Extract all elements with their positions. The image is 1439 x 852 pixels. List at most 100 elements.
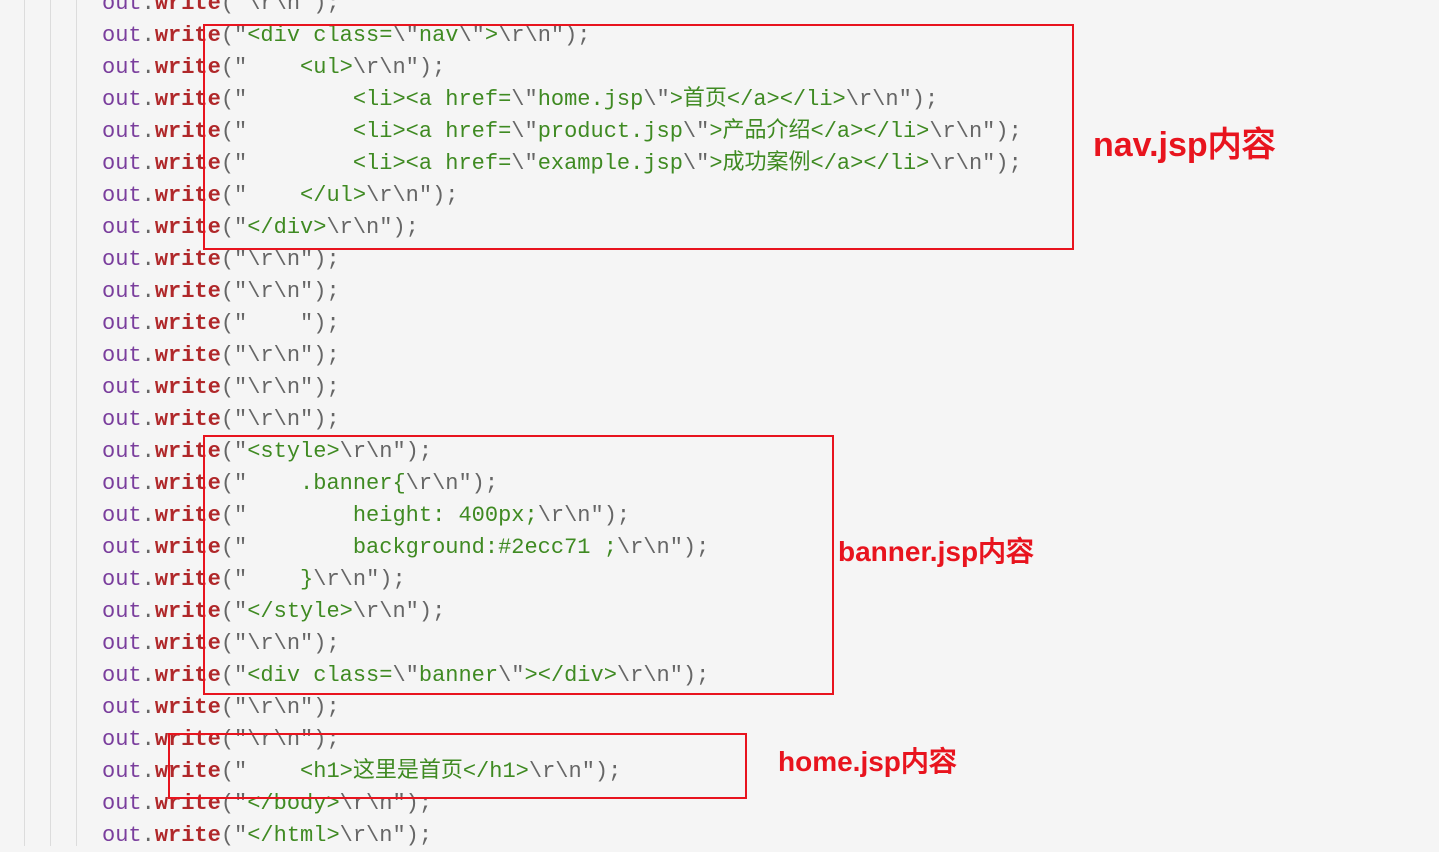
object-token: out: [102, 407, 142, 432]
punctuation: .: [141, 823, 155, 848]
punctuation: (": [220, 375, 248, 400]
punctuation: ");: [300, 343, 340, 368]
home-annotation-label: home.jsp内容: [778, 746, 957, 777]
object-token: out: [102, 791, 142, 816]
string-token: </html>: [247, 823, 340, 848]
code-line: out.write("\r\n");: [102, 340, 1022, 372]
method-token: write: [154, 695, 221, 720]
punctuation: ");: [300, 407, 340, 432]
method-token: write: [154, 247, 221, 272]
object-token: out: [102, 439, 142, 464]
escape-token: \r\n: [247, 343, 301, 368]
escape-token: \r\n: [247, 279, 301, 304]
indent-guide: [50, 0, 51, 846]
punctuation: .: [141, 695, 155, 720]
nav-annotation-label: nav.jsp内容: [1093, 126, 1276, 164]
punctuation: .: [141, 55, 155, 80]
escape-token: \r\n: [247, 695, 301, 720]
code-line: out.write("\r\n");: [102, 372, 1022, 404]
punctuation: .: [141, 503, 155, 528]
string-token: [247, 311, 300, 336]
object-token: out: [102, 151, 142, 176]
method-token: write: [154, 375, 221, 400]
object-token: out: [102, 599, 142, 624]
punctuation: .: [141, 87, 155, 112]
punctuation: .: [141, 23, 155, 48]
indent-guide: [24, 0, 25, 846]
punctuation: .: [141, 343, 155, 368]
object-token: out: [102, 471, 142, 496]
indent-guide: [76, 0, 77, 846]
object-token: out: [102, 55, 142, 80]
object-token: out: [102, 343, 142, 368]
punctuation: .: [141, 407, 155, 432]
punctuation: .: [141, 119, 155, 144]
punctuation: (": [220, 695, 248, 720]
punctuation: .: [141, 375, 155, 400]
object-token: out: [102, 23, 142, 48]
method-token: write: [154, 343, 221, 368]
object-token: out: [102, 695, 142, 720]
escape-token: \r\n: [247, 407, 301, 432]
punctuation: .: [141, 759, 155, 784]
escape-token: \r\n: [339, 823, 393, 848]
punctuation: ");: [300, 375, 340, 400]
punctuation: .: [141, 727, 155, 752]
code-line: out.write("\r\n");: [102, 404, 1022, 436]
object-token: out: [102, 119, 142, 144]
punctuation: .: [141, 599, 155, 624]
banner-highlight-box: [203, 435, 834, 695]
object-token: out: [102, 215, 142, 240]
punctuation: .: [141, 279, 155, 304]
punctuation: (": [220, 247, 248, 272]
punctuation: ");: [300, 0, 340, 16]
punctuation: .: [141, 183, 155, 208]
punctuation: .: [141, 0, 155, 16]
method-token: write: [154, 0, 221, 16]
escape-token: \r\n: [247, 375, 301, 400]
object-token: out: [102, 823, 142, 848]
punctuation: .: [141, 439, 155, 464]
object-token: out: [102, 0, 142, 16]
method-token: write: [154, 279, 221, 304]
method-token: write: [154, 823, 221, 848]
punctuation: .: [141, 471, 155, 496]
escape-token: \r\n: [247, 0, 301, 16]
method-token: write: [154, 407, 221, 432]
punctuation: .: [141, 247, 155, 272]
object-token: out: [102, 663, 142, 688]
code-line: out.write("\r\n");: [102, 0, 1022, 20]
punctuation: ");: [392, 823, 433, 848]
object-token: out: [102, 503, 142, 528]
object-token: out: [102, 183, 142, 208]
method-token: write: [154, 311, 221, 336]
object-token: out: [102, 311, 142, 336]
object-token: out: [102, 247, 142, 272]
object-token: out: [102, 87, 142, 112]
punctuation: .: [141, 535, 155, 560]
punctuation: .: [141, 567, 155, 592]
punctuation: (": [220, 311, 248, 336]
object-token: out: [102, 631, 142, 656]
punctuation: (": [220, 823, 248, 848]
punctuation: (": [220, 0, 248, 16]
banner-annotation-label: banner.jsp内容: [838, 536, 1035, 567]
object-token: out: [102, 727, 142, 752]
punctuation: (": [220, 343, 248, 368]
object-token: out: [102, 375, 142, 400]
punctuation: .: [141, 151, 155, 176]
object-token: out: [102, 567, 142, 592]
home-highlight-box: [168, 733, 747, 799]
punctuation: .: [141, 791, 155, 816]
code-line: out.write("</html>\r\n");: [102, 820, 1022, 852]
punctuation: (": [220, 407, 248, 432]
punctuation: ");: [300, 279, 340, 304]
punctuation: .: [141, 215, 155, 240]
code-line: out.write("\r\n");: [102, 276, 1022, 308]
punctuation: ");: [300, 695, 340, 720]
punctuation: (": [220, 279, 248, 304]
code-line: out.write("\r\n");: [102, 692, 1022, 724]
object-token: out: [102, 759, 142, 784]
escape-token: \r\n: [247, 247, 301, 272]
object-token: out: [102, 279, 142, 304]
